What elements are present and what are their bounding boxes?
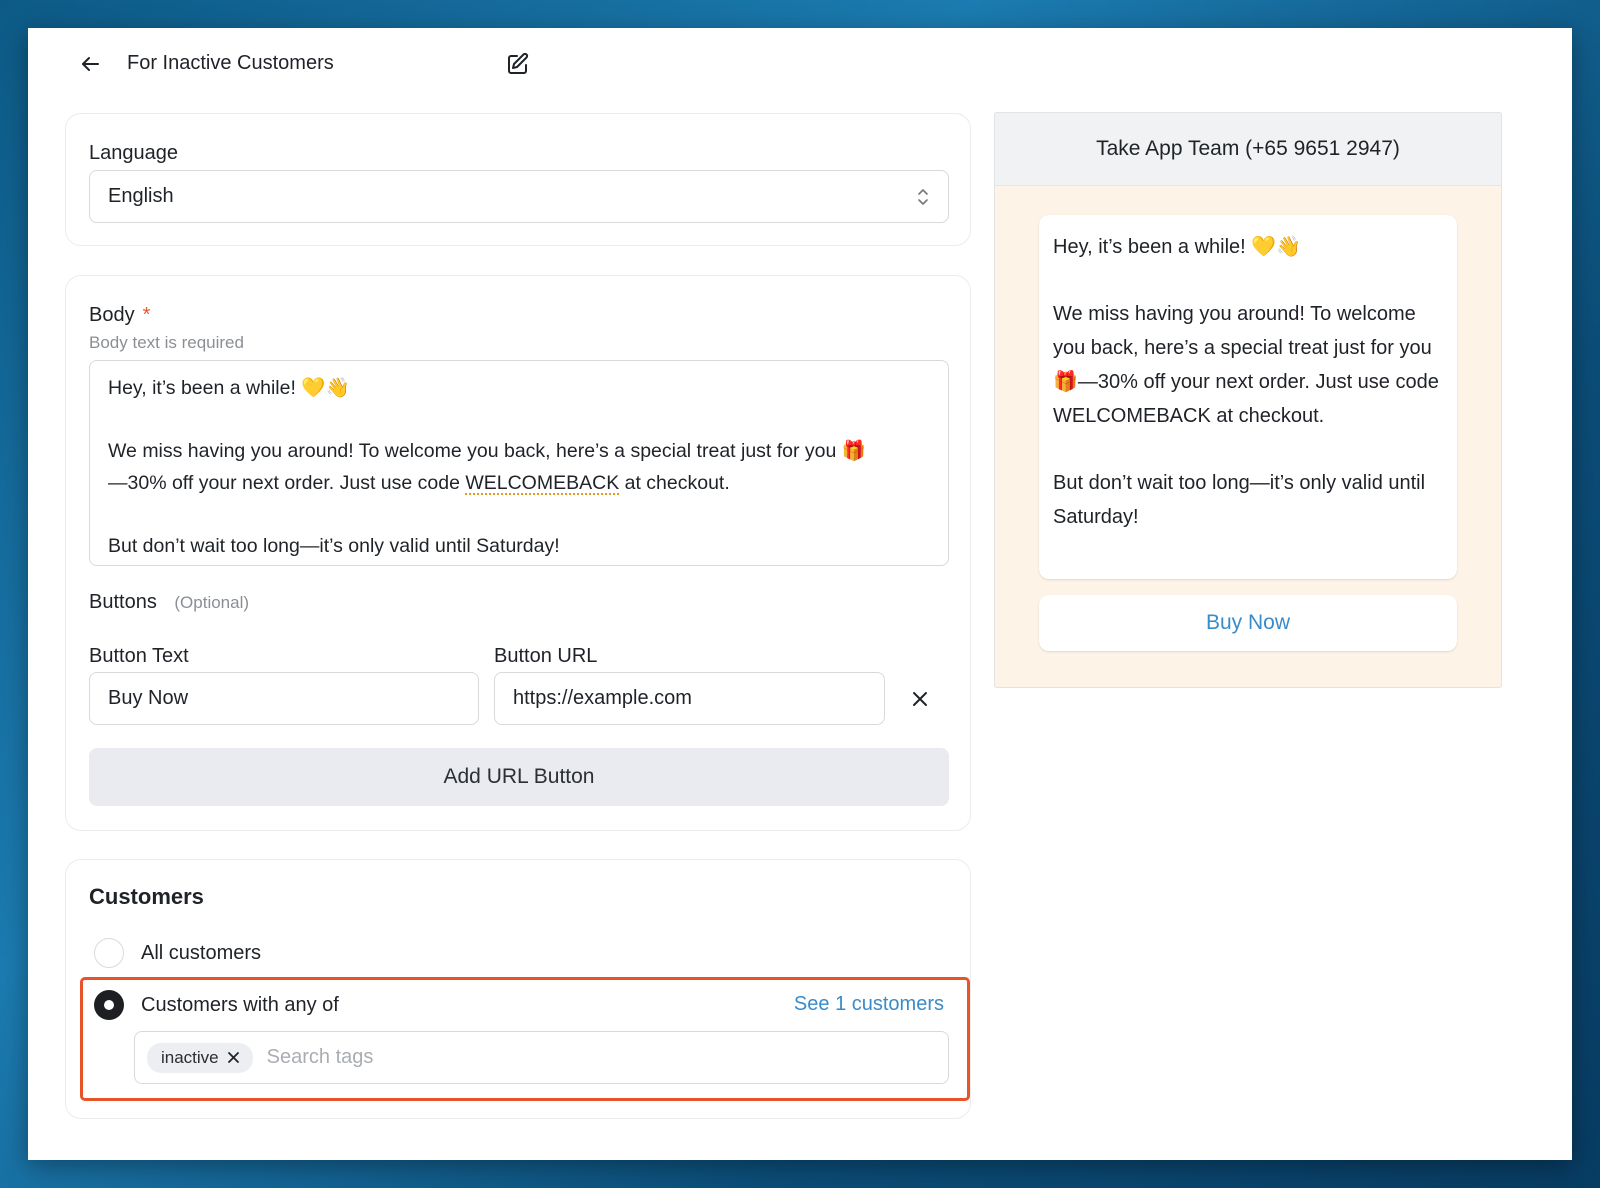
body-line-1: Hey, it’s been a while! 💛👋 [108,377,350,399]
message-preview: Take App Team (+65 9651 2947) Hey, it’s … [994,112,1502,688]
see-customers-link[interactable]: See 1 customers [794,993,944,1016]
option-customers-with-tags-label[interactable]: Customers with any of [141,994,339,1017]
arrow-left-icon [82,57,99,71]
button-text-input[interactable]: Buy Now [89,672,479,725]
body-label: Body * [89,304,150,327]
page-title: For Inactive Customers [127,52,334,74]
tags-placeholder: Search tags [266,1046,374,1068]
customers-card: Customers All customers Customers with a… [65,859,971,1119]
remove-button-button[interactable] [904,683,936,715]
edit-icon [508,52,529,74]
body-card: Body * Body text is required Hey, it’s be… [65,275,971,831]
body-line-2b: —30% off your next order. Just use code … [108,471,730,494]
tags-search-input[interactable]: inactive Search tags [134,1031,949,1084]
option-all-customers-label[interactable]: All customers [141,942,261,965]
body-line-2a: We miss having you around! To welcome yo… [108,440,867,462]
add-url-button[interactable]: Add URL Button [89,748,949,806]
radio-all-customers[interactable] [94,938,124,968]
app-window: For Inactive Customers Language English … [28,28,1572,1160]
buttons-optional: (Optional) [174,593,250,612]
required-asterisk: * [142,304,151,326]
tag-label: inactive [161,1047,219,1067]
button-url-label: Button URL [494,645,598,667]
edit-title-button[interactable] [504,50,532,78]
back-button[interactable] [76,50,104,78]
button-text-label: Button Text [89,645,189,667]
spellcheck-word: WELCOMEBACK [465,471,620,494]
preview-message-bubble: Hey, it’s been a while! 💛👋 We miss havin… [1039,215,1457,579]
language-select[interactable]: English [89,170,949,223]
close-icon [913,692,927,706]
radio-dot [104,1000,114,1010]
preview-buy-now-button[interactable]: Buy Now [1039,595,1457,651]
button-url-input[interactable]: https://example.com [494,672,885,725]
chevron-up-down-icon [916,187,930,207]
language-selected-value: English [108,185,174,207]
customers-label: Customers [89,884,204,909]
language-label: Language [89,142,178,164]
tag-chip: inactive [147,1042,253,1073]
top-bar: For Inactive Customers [28,28,1572,98]
language-card: Language English [65,113,971,246]
buttons-label: Buttons (Optional) [89,591,250,613]
body-line-3: But don’t wait too long—it’s only valid … [108,534,560,557]
remove-tag-button[interactable] [225,1049,243,1067]
body-textarea[interactable]: Hey, it’s been a while! 💛👋 We miss havin… [89,360,949,566]
body-error-text: Body text is required [89,333,244,352]
radio-customers-with-tags[interactable] [94,990,124,1020]
close-icon [228,1052,240,1063]
body-label-text: Body [89,304,135,326]
preview-header: Take App Team (+65 9651 2947) [995,113,1501,186]
